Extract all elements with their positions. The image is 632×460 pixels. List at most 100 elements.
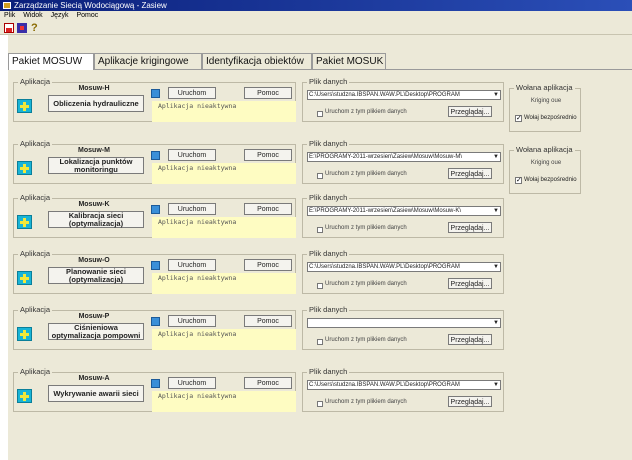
active-checkbox[interactable] bbox=[151, 317, 160, 326]
app-launch-button[interactable]: Ciśnieniowa optymalizacja pompowni bbox=[48, 323, 144, 340]
active-checkbox[interactable] bbox=[151, 261, 160, 270]
help-button[interactable]: Pomoc bbox=[244, 259, 292, 271]
tab-aplikacje-krigingowe[interactable]: Aplikacje krigingowe bbox=[94, 53, 202, 69]
run-with-file-label: Uruchom z tym plikiem danych bbox=[325, 399, 407, 405]
app-launch-button[interactable]: Planowanie sieci (optymalizacja) bbox=[48, 267, 144, 284]
data-file-path: C:\Users\studzna.IBSPAN.WAW.PL\Desktop\P… bbox=[309, 264, 460, 270]
run-with-file-checkbox[interactable] bbox=[317, 173, 323, 179]
data-file-group: Plik danych E:\PROGRAMY-2011-wrzesien\Za… bbox=[302, 193, 504, 238]
run-with-file-checkbox[interactable] bbox=[317, 227, 323, 233]
run-with-file-checkbox[interactable] bbox=[317, 401, 323, 407]
tab-pakiet-mosuk[interactable]: Pakiet MOSUK bbox=[312, 53, 386, 69]
app-launch-button[interactable]: Kalibracja sieci (optymalizacja) bbox=[48, 211, 144, 228]
data-file-combo[interactable]: C:\Users\studzna.IBSPAN.WAW.PL\Desktop\P… bbox=[307, 90, 501, 100]
call-direct-checkbox[interactable]: ✓ bbox=[515, 177, 522, 184]
planning-icon bbox=[17, 271, 32, 285]
data-file-group: Plik danych C:\Users\studzna.IBSPAN.WAW.… bbox=[302, 367, 504, 412]
help-icon[interactable]: ? bbox=[31, 23, 41, 34]
chevron-down-icon[interactable]: ▼ bbox=[492, 153, 500, 161]
data-file-group: Plik danych C:\Users\studzna.IBSPAN.WAW.… bbox=[302, 77, 504, 122]
help-button[interactable]: Pomoc bbox=[244, 315, 292, 327]
active-checkbox[interactable] bbox=[151, 205, 160, 214]
window-title: Zarządzanie Siecią Wodociągową - Zasiew bbox=[14, 1, 167, 10]
help-button[interactable]: Pomoc bbox=[244, 377, 292, 389]
browse-button[interactable]: Przeglądaj... bbox=[448, 222, 492, 233]
pump-icon bbox=[17, 327, 32, 341]
group-legend: Plik danych bbox=[307, 193, 350, 202]
data-file-group: Plik danych C:\Users\studzna.IBSPAN.WAW.… bbox=[302, 249, 504, 294]
data-file-path: E:\PROGRAMY-2011-wrzesien\Zasiew\Mosuw\M… bbox=[309, 154, 463, 160]
run-button[interactable]: Uruchom bbox=[168, 203, 216, 215]
menu-plik[interactable]: Plik bbox=[4, 12, 15, 19]
status-field: Aplikacja nieaktywna bbox=[152, 329, 296, 350]
app-group: Aplikacja Mosuw-K Kalibracja sieci (opty… bbox=[13, 193, 296, 238]
bottom-area bbox=[8, 447, 632, 460]
group-legend: Plik danych bbox=[307, 249, 350, 258]
group-legend: Plik danych bbox=[307, 305, 350, 314]
active-checkbox[interactable] bbox=[151, 151, 160, 160]
run-button[interactable]: Uruchom bbox=[168, 259, 216, 271]
data-file-combo[interactable]: C:\Users\studzna.IBSPAN.WAW.PL\Desktop\P… bbox=[307, 380, 501, 390]
data-file-combo[interactable]: ▼ bbox=[307, 318, 501, 328]
browse-button[interactable]: Przeglądaj... bbox=[448, 396, 492, 407]
calibration-icon bbox=[17, 215, 32, 229]
group-legend: Plik danych bbox=[307, 139, 350, 148]
help-button[interactable]: Pomoc bbox=[244, 87, 292, 99]
app-name-label: Mosuw-H bbox=[78, 85, 110, 92]
status-field: Aplikacja nieaktywna bbox=[152, 217, 296, 238]
browse-button[interactable]: Przeglądaj... bbox=[448, 168, 492, 179]
active-checkbox[interactable] bbox=[151, 379, 160, 388]
help-button[interactable]: Pomoc bbox=[244, 203, 292, 215]
app-group: Aplikacja Mosuw-H Obliczenia hydrauliczn… bbox=[13, 77, 296, 122]
run-with-file-label: Uruchom z tym plikiem danych bbox=[325, 337, 407, 343]
run-with-file-label: Uruchom z tym plikiem danych bbox=[325, 109, 407, 115]
data-file-combo[interactable]: E:\PROGRAMY-2011-wrzesien\Zasiew\Mosuw\M… bbox=[307, 152, 501, 162]
tab-identyfikacja-obiektow[interactable]: Identyfikacja obiektów bbox=[202, 53, 312, 69]
help-button[interactable]: Pomoc bbox=[244, 149, 292, 161]
chevron-down-icon[interactable]: ▼ bbox=[492, 207, 500, 215]
chevron-down-icon[interactable]: ▼ bbox=[492, 263, 500, 271]
run-button[interactable]: Uruchom bbox=[168, 149, 216, 161]
chevron-down-icon[interactable]: ▼ bbox=[492, 319, 500, 327]
tab-pakiet-mosuw[interactable]: Pakiet MOSUW bbox=[8, 53, 94, 70]
data-file-combo[interactable]: C:\Users\studzna.IBSPAN.WAW.PL\Desktop\P… bbox=[307, 262, 501, 272]
app-launch-button[interactable]: Obliczenia hydrauliczne bbox=[48, 95, 144, 112]
language-icon[interactable] bbox=[17, 23, 27, 33]
chevron-down-icon[interactable]: ▼ bbox=[492, 381, 500, 389]
toolbar: ? bbox=[0, 21, 632, 35]
failure-icon bbox=[17, 389, 32, 403]
window-app-icon bbox=[3, 2, 11, 9]
run-button[interactable]: Uruchom bbox=[168, 377, 216, 389]
app-launch-button[interactable]: Wykrywanie awarii sieci bbox=[48, 385, 144, 402]
call-direct-checkbox[interactable]: ✓ bbox=[515, 115, 522, 122]
active-checkbox[interactable] bbox=[151, 89, 160, 98]
app-name-label: Mosuw-A bbox=[78, 375, 110, 382]
app-name-label: Mosuw-M bbox=[78, 147, 110, 154]
data-file-combo[interactable]: E:\PROGRAMY-2011-wrzesien\Zasiew\Mosuw\M… bbox=[307, 206, 501, 216]
menu-jezyk[interactable]: Język bbox=[51, 12, 69, 19]
run-with-file-checkbox[interactable] bbox=[317, 111, 323, 117]
data-file-path: C:\Users\studzna.IBSPAN.WAW.PL\Desktop\P… bbox=[309, 92, 460, 98]
status-field: Aplikacja nieaktywna bbox=[152, 163, 296, 184]
run-button[interactable]: Uruchom bbox=[168, 87, 216, 99]
run-with-file-label: Uruchom z tym plikiem danych bbox=[325, 281, 407, 287]
monitoring-icon bbox=[17, 161, 32, 175]
run-with-file-checkbox[interactable] bbox=[317, 339, 323, 345]
browse-button[interactable]: Przeglądaj... bbox=[448, 106, 492, 117]
app-launch-button[interactable]: Lokalizacja punktów monitoringu bbox=[48, 157, 144, 174]
browse-button[interactable]: Przeglądaj... bbox=[448, 278, 492, 289]
group-legend: Wołana aplikacja bbox=[514, 83, 575, 92]
exit-icon[interactable] bbox=[4, 23, 14, 33]
run-with-file-label: Uruchom z tym plikiem danych bbox=[325, 171, 407, 177]
hydraulics-icon bbox=[17, 99, 32, 113]
menu-pomoc[interactable]: Pomoc bbox=[77, 12, 99, 19]
title-bar: Zarządzanie Siecią Wodociągową - Zasiew bbox=[0, 0, 632, 11]
group-legend: Wołana aplikacja bbox=[514, 145, 575, 154]
chevron-down-icon[interactable]: ▼ bbox=[492, 91, 500, 99]
run-with-file-checkbox[interactable] bbox=[317, 283, 323, 289]
browse-button[interactable]: Przeglądaj... bbox=[448, 334, 492, 345]
app-name-label: Mosuw-K bbox=[78, 201, 110, 208]
call-direct-label: Wołaj bezpośrednio bbox=[524, 115, 577, 121]
menu-widok[interactable]: Widok bbox=[23, 12, 42, 19]
run-button[interactable]: Uruchom bbox=[168, 315, 216, 327]
